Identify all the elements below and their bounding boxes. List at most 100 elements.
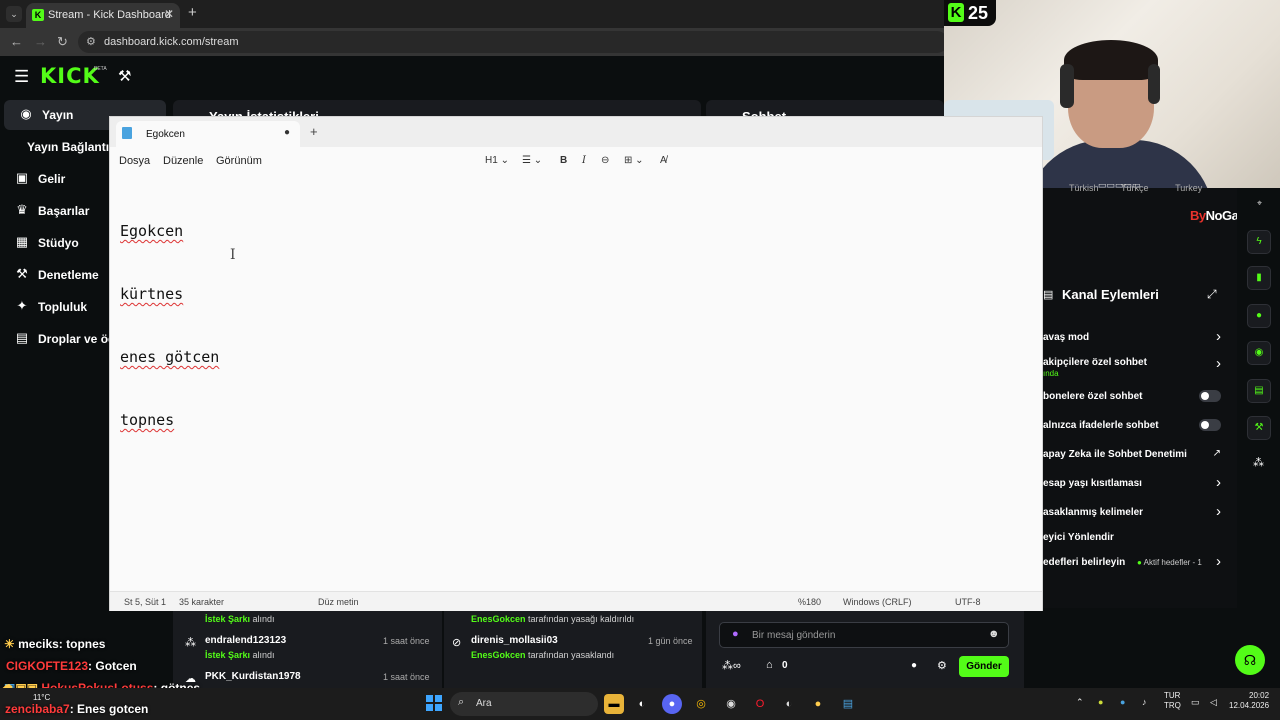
volume-icon[interactable]: ◁ (1210, 697, 1217, 708)
more-icon[interactable]: ⁂ (1253, 456, 1264, 469)
store-icon[interactable]: ⌂ (766, 659, 773, 671)
url-field[interactable]: ⚙ dashboard.kick.com/stream (78, 31, 948, 53)
opera-icon[interactable]: O (750, 694, 770, 714)
menu-view[interactable]: Görünüm (216, 155, 262, 167)
search-placeholder: Ara (476, 698, 492, 709)
menu-icon[interactable]: ☰ (14, 67, 29, 87)
focus-icon[interactable]: ⌖ (1257, 198, 1262, 209)
status-zoom[interactable]: %180 (798, 597, 821, 607)
action-label: esap yaşı kısıtlaması (1043, 478, 1142, 489)
bold-icon[interactable]: B (560, 155, 567, 166)
notepad-editor[interactable]: Egokcen kürtnes enes götcen topnes (120, 179, 219, 473)
tray-app-icon[interactable]: ● (1098, 697, 1103, 707)
tray-app-icon[interactable]: ● (1120, 697, 1125, 707)
kick-logo[interactable]: KICK (40, 64, 100, 88)
broadcast-icon: ◉ (20, 106, 32, 121)
action-row-account-age[interactable]: esap yaşı kısıtlaması › (1043, 474, 1227, 498)
expand-icon[interactable]: ⤢ (1207, 287, 1217, 302)
site-info-icon[interactable]: ⚙ (86, 35, 96, 48)
tag-chip[interactable]: Türkish (1069, 183, 1099, 193)
action-row-banned-words[interactable]: asaklanmış kelimeler › (1043, 503, 1227, 527)
discord-icon[interactable]: ● (662, 694, 682, 714)
wrench-icon[interactable]: ⚒ (1247, 416, 1271, 440)
chevron-right-icon: › (1216, 328, 1221, 345)
event-time: 1 saat önce (383, 672, 430, 682)
external-link-icon: ↗ (1212, 448, 1221, 459)
notes-icon[interactable]: ▮ (1247, 266, 1271, 290)
subscribers-chat-toggle[interactable] (1199, 390, 1221, 402)
back-icon[interactable]: ← (10, 34, 23, 49)
new-tab-icon[interactable]: + (188, 4, 197, 21)
network-icon[interactable]: ▭ (1191, 697, 1200, 708)
microphone-icon[interactable]: ● (732, 628, 739, 640)
chat-bubble-icon[interactable]: ● (911, 660, 917, 671)
action-row-host[interactable]: eyici Yönlendir (1043, 528, 1227, 552)
table-icon[interactable]: ⊞ ⌄ (624, 155, 644, 166)
gear-icon[interactable]: ⚙ (937, 659, 947, 672)
notepad-icon[interactable]: ▤ (838, 694, 858, 714)
action-row-followers-chat[interactable]: akipçilere özel sohbet ında › (1043, 353, 1227, 378)
money-icon: ▣ (15, 170, 29, 185)
clear-format-icon[interactable]: A̸ (660, 155, 667, 166)
tray-chevron-icon[interactable]: ⌃ (1076, 697, 1084, 708)
action-row-subscribers-chat[interactable]: bonelere özel sohbet (1043, 387, 1227, 411)
event-text: alındı (250, 650, 275, 660)
action-label: avaş mod (1043, 332, 1090, 343)
link-icon[interactable]: ⊖ (601, 155, 609, 166)
kick-favicon-icon: K (32, 9, 44, 21)
chrome-icon[interactable]: ◎ (691, 694, 711, 714)
microphone-icon[interactable]: ♪ (1142, 697, 1147, 707)
event-user[interactable]: PKK_Kurdistan1978 (205, 671, 301, 682)
reload-icon[interactable]: ↻ (57, 34, 68, 50)
action-row-ai-moderation[interactable]: apay Zeka ile Sohbet Denetimi ↗ (1043, 445, 1227, 469)
overlay-user: CIGKOFTE123 (6, 659, 89, 673)
tag-chip[interactable]: Türkçe (1121, 183, 1149, 193)
stream-tags: Türkish Türkçe Turkey (1043, 183, 1202, 193)
action-row-goals[interactable]: edefleri belirleyin ● Aktif hedefler - 1… (1043, 553, 1227, 577)
broadcast-icon[interactable]: ◉ (1247, 341, 1271, 365)
language-indicator[interactable]: TUR TRQ (1164, 691, 1181, 711)
steam-icon[interactable]: ◐ (779, 694, 799, 714)
clock[interactable]: 20:02 12.04.2026 (1229, 691, 1269, 711)
menu-edit[interactable]: Düzenle (163, 155, 203, 167)
emote-chat-toggle[interactable] (1199, 419, 1221, 431)
action-row-emote-chat[interactable]: alnızca ifadelerle sohbet (1043, 416, 1227, 440)
heading-select[interactable]: H1 ⌄ (485, 155, 509, 166)
notepad-tab[interactable]: Egokcen ● (116, 121, 300, 147)
unsaved-dot-icon[interactable]: ● (284, 127, 290, 138)
obs-icon[interactable]: ◉ (721, 694, 741, 714)
browser-tab[interactable]: K Stream - Kick Dashboard ✕ (26, 3, 180, 28)
list-icon[interactable]: ☰ ⌄ (522, 155, 542, 166)
overlay-msg: : Enes gotcen (69, 702, 149, 716)
taskbar-search[interactable]: ⌕ Ara (450, 692, 598, 716)
close-tab-icon[interactable]: ✕ (164, 7, 174, 21)
start-icon[interactable] (426, 695, 442, 711)
new-tab-icon[interactable]: + (310, 124, 318, 139)
points-icon[interactable]: ⁂∞ (722, 659, 741, 672)
layout-icon[interactable]: ▤ (1247, 379, 1271, 403)
italic-icon[interactable]: I (582, 155, 586, 166)
forward-icon[interactable]: → (34, 34, 47, 49)
event-highlight: İstek Şarkı (205, 614, 251, 624)
tag-chip[interactable]: Turkey (1175, 183, 1202, 193)
app-icon[interactable]: ● (808, 694, 828, 714)
chat-input[interactable]: ● Bir mesaj gönderin ☻ (719, 622, 1009, 648)
event-user[interactable]: direnis_mollasii03 (471, 635, 558, 646)
active-goals: ● Aktif hedefler - 1 (1137, 558, 1202, 567)
overlay-chat-line: ☀ meciks: topnes (4, 637, 106, 651)
menu-file[interactable]: Dosya (119, 155, 150, 167)
weather-icon[interactable]: ☁ (2, 678, 13, 691)
action-row-raid[interactable]: avaş mod › (1043, 328, 1227, 352)
lightning-icon[interactable]: ϟ (1247, 230, 1271, 254)
emoji-icon[interactable]: ☻ (988, 628, 1000, 640)
support-icon[interactable]: ☊ (1235, 645, 1265, 675)
overlay-user: zencibaba7 (5, 702, 70, 716)
chat-bubble-icon[interactable]: ● (1247, 304, 1271, 328)
send-button[interactable]: Gönder (959, 656, 1009, 677)
event-user[interactable]: endralend123123 (205, 635, 286, 646)
viewer-badge: K 25 (944, 0, 996, 26)
steam-icon[interactable]: ◐ (632, 694, 652, 714)
tab-search-icon[interactable]: ⌄ (6, 6, 22, 22)
hammer-icon[interactable]: ⚒ (118, 67, 131, 85)
file-explorer-icon[interactable]: ▬ (604, 694, 624, 714)
